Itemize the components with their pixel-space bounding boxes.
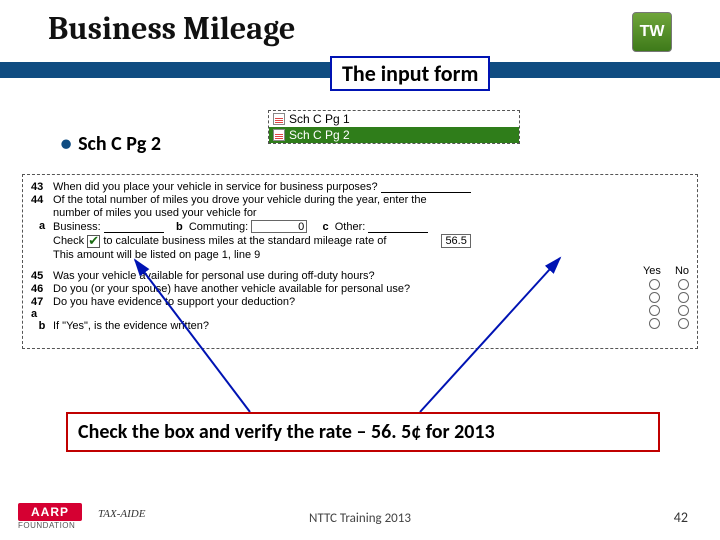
- tab-label: Sch C Pg 2: [289, 128, 350, 142]
- page-tab-list: Sch C Pg 1 Sch C Pg 2: [268, 110, 520, 144]
- line-num: 45: [31, 270, 53, 283]
- q47a-text: Do you have evidence to support your ded…: [53, 296, 471, 320]
- other-label: Other:: [335, 221, 366, 233]
- yes-no-column: Yes No: [643, 265, 689, 329]
- tab-sch-c-pg2[interactable]: Sch C Pg 2: [269, 127, 519, 143]
- business-label: Business:: [53, 221, 101, 233]
- q44-text1: Of the total number of miles you drove y…: [53, 194, 471, 207]
- amount-note: This amount will be listed on page 1, li…: [53, 249, 471, 262]
- q46-text: Do you (or your spouse) have another veh…: [53, 283, 471, 296]
- q47b-no-radio[interactable]: [678, 318, 689, 329]
- sub-b: b: [176, 221, 183, 233]
- q47a-no-radio[interactable]: [678, 305, 689, 316]
- line-num: 43: [31, 181, 53, 194]
- line-num: 46: [31, 283, 53, 296]
- commuting-label: Commuting:: [189, 221, 248, 233]
- line-num: 47 a: [31, 296, 53, 320]
- q46-no-radio[interactable]: [678, 292, 689, 303]
- tab-label: Sch C Pg 1: [289, 112, 350, 126]
- sub-a: a: [31, 220, 53, 234]
- q47a-yes-radio[interactable]: [649, 305, 660, 316]
- q43-text: When did you place your vehicle in servi…: [53, 181, 378, 193]
- tw-badge-icon: TW: [632, 12, 672, 52]
- bullet-sch-c-pg2: ●Sch C Pg 2: [60, 132, 161, 156]
- check-post: to calculate business miles at the stand…: [103, 235, 386, 247]
- q45-yes-radio[interactable]: [649, 279, 660, 290]
- line-num: 44: [31, 194, 53, 207]
- bullet-text: Sch C Pg 2: [78, 132, 161, 156]
- page-number: 42: [674, 509, 688, 526]
- document-icon: [273, 113, 285, 125]
- q47b-text: If "Yes", is the evidence written?: [53, 320, 471, 333]
- sub-b2: b: [31, 320, 53, 333]
- footer-center-text: NTTC Training 2013: [0, 511, 720, 526]
- input-form-label: The input form: [330, 56, 490, 91]
- form-excerpt: 43When did you place your vehicle in ser…: [22, 174, 698, 349]
- q45-no-radio[interactable]: [678, 279, 689, 290]
- business-input[interactable]: [104, 222, 164, 233]
- commuting-input[interactable]: 0: [251, 220, 307, 233]
- q44-text2: number of miles you used your vehicle fo…: [53, 207, 471, 220]
- check-pre: Check: [53, 235, 84, 247]
- tab-sch-c-pg1[interactable]: Sch C Pg 1: [269, 111, 519, 127]
- other-input[interactable]: [368, 222, 428, 233]
- standard-rate-checkbox[interactable]: [87, 235, 100, 248]
- q47b-yes-radio[interactable]: [649, 318, 660, 329]
- document-icon: [273, 129, 285, 141]
- blank-input-line[interactable]: [381, 182, 471, 193]
- page-title: Business Mileage: [48, 10, 672, 47]
- sub-c: c: [323, 221, 329, 233]
- instruction-note: Check the box and verify the rate – 56. …: [66, 412, 660, 452]
- q45-text: Was your vehicle available for personal …: [53, 270, 471, 283]
- no-header: No: [675, 265, 689, 277]
- rate-value: 56.5: [441, 234, 470, 248]
- q46-yes-radio[interactable]: [649, 292, 660, 303]
- yes-header: Yes: [643, 265, 661, 277]
